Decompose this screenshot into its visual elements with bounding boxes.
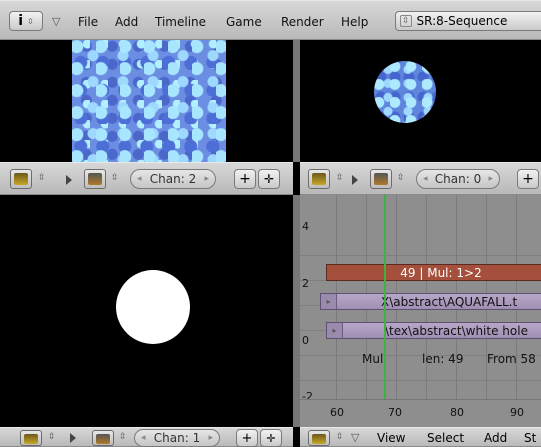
plus-cross-icon: + bbox=[241, 430, 253, 446]
chevron-updown-icon[interactable]: ⇳ bbox=[48, 433, 56, 442]
white-hole-circle bbox=[116, 270, 190, 344]
preview-left-viewport[interactable] bbox=[0, 40, 290, 162]
status-strip-from: From 58 bbox=[487, 352, 536, 366]
channel-value: Chan: 0 bbox=[434, 172, 482, 186]
image-preview-icon bbox=[24, 434, 38, 444]
top-menu-bar: i ⇳ ▽ File Add Timeline Game Render Help… bbox=[0, 0, 541, 40]
image-preview-icon bbox=[14, 173, 28, 185]
display-mode-button[interactable] bbox=[92, 430, 114, 446]
collapse-menu-icon[interactable]: ▽ bbox=[52, 15, 60, 28]
sequencer-header: ⇳ ▽ View Select Add St bbox=[300, 427, 541, 447]
vertical-split-bottom[interactable] bbox=[293, 195, 300, 427]
window-type-button[interactable] bbox=[308, 169, 330, 189]
current-frame-cursor[interactable] bbox=[384, 195, 386, 399]
plus-cross-icon: + bbox=[522, 171, 534, 187]
effect-strip-mul[interactable]: 49 | Mul: 1>2 bbox=[326, 264, 541, 281]
info-window-button[interactable]: i ⇳ bbox=[9, 11, 43, 31]
channel-field[interactable]: ◂ Chan: 0 ▸ bbox=[416, 169, 500, 189]
masked-texture-circle bbox=[374, 61, 436, 123]
preview-left-header: ⇳ ⇳ ◂ Chan: 2 ▸ + ✛ bbox=[0, 162, 293, 195]
scene-select[interactable]: ⇳ SR:8-Sequence bbox=[395, 11, 541, 31]
increment-arrow-icon[interactable]: ▸ bbox=[204, 174, 209, 184]
display-mode-button[interactable] bbox=[370, 169, 392, 189]
x-tick-80: 80 bbox=[450, 406, 464, 419]
movie-strip-aquafall[interactable]: ▸ X\abstract\AQUAFALL.t bbox=[320, 293, 541, 310]
scene-name: SR:8-Sequence bbox=[416, 14, 508, 28]
expand-triangle-icon[interactable] bbox=[352, 175, 358, 185]
view-center-icon: ✛ bbox=[263, 172, 275, 186]
channel-field[interactable]: ◂ Chan: 1 ▸ bbox=[134, 429, 220, 447]
decrement-arrow-icon[interactable]: ◂ bbox=[137, 174, 142, 184]
chevron-updown-icon[interactable]: ⇳ bbox=[38, 174, 46, 183]
aquafall-texture-image bbox=[72, 40, 226, 162]
image-preview-icon bbox=[312, 434, 326, 444]
chevron-updown-icon[interactable]: ⇳ bbox=[336, 174, 344, 183]
preview-bottom-header: ⇳ ⇳ ◂ Chan: 1 ▸ + ✛ bbox=[0, 427, 293, 447]
preview-bottom-viewport[interactable] bbox=[0, 195, 293, 427]
scene-dropdown-icon: ⇳ bbox=[400, 15, 412, 27]
chevron-updown-icon[interactable]: ⇳ bbox=[119, 433, 127, 442]
status-strip-length: len: 49 bbox=[422, 352, 464, 366]
display-mode-button[interactable] bbox=[84, 169, 106, 189]
info-icon: i bbox=[18, 13, 24, 29]
render-icon bbox=[96, 434, 110, 444]
collapse-menu-icon[interactable]: ▽ bbox=[351, 431, 359, 444]
menu-strip[interactable]: St bbox=[524, 431, 536, 445]
chevron-updown-icon[interactable]: ⇳ bbox=[336, 433, 344, 442]
menu-help[interactable]: Help bbox=[341, 15, 368, 29]
sequencer-timeline[interactable]: 4 2 0 -2 49 | Mul: 1>2 ▸ X\abstract\AQUA… bbox=[300, 195, 541, 427]
decrement-arrow-icon[interactable]: ◂ bbox=[423, 174, 428, 184]
x-tick-90: 90 bbox=[510, 406, 524, 419]
y-tick-0: 0 bbox=[302, 334, 309, 347]
image-strip-label: \tex\abstract\white hole bbox=[385, 323, 528, 338]
preview-right-viewport[interactable] bbox=[300, 40, 541, 162]
window-type-button[interactable] bbox=[10, 169, 32, 189]
vertical-split-top[interactable] bbox=[293, 40, 300, 162]
chevron-updown-icon[interactable]: ⇳ bbox=[397, 174, 405, 183]
view-center-button[interactable]: ✛ bbox=[260, 429, 282, 447]
decrement-arrow-icon[interactable]: ◂ bbox=[141, 433, 146, 443]
zoom-button[interactable]: + bbox=[517, 169, 539, 189]
zoom-button[interactable]: + bbox=[236, 429, 258, 447]
plus-cross-icon: + bbox=[239, 171, 251, 187]
zoom-button[interactable]: + bbox=[234, 169, 256, 189]
x-tick-60: 60 bbox=[330, 406, 344, 419]
menu-add[interactable]: Add bbox=[484, 431, 507, 445]
view-center-button[interactable]: ✛ bbox=[258, 169, 280, 189]
menu-view[interactable]: View bbox=[377, 431, 405, 445]
render-icon bbox=[374, 173, 388, 185]
chevron-updown-icon[interactable]: ⇳ bbox=[111, 174, 119, 183]
menu-add[interactable]: Add bbox=[115, 15, 138, 29]
increment-arrow-icon[interactable]: ▸ bbox=[488, 174, 493, 184]
image-preview-icon bbox=[312, 173, 326, 185]
x-tick-70: 70 bbox=[388, 406, 402, 419]
y-tick-4: 4 bbox=[302, 220, 309, 233]
preview-right-header: ⇳ ⇳ ◂ Chan: 0 ▸ + bbox=[300, 162, 541, 195]
view-center-icon: ✛ bbox=[266, 431, 276, 445]
window-type-button[interactable] bbox=[20, 430, 42, 446]
strip-handle-icon[interactable]: ▸ bbox=[327, 323, 343, 338]
menu-file[interactable]: File bbox=[78, 15, 98, 29]
menu-render[interactable]: Render bbox=[281, 15, 324, 29]
image-strip-white-hole[interactable]: ▸ \tex\abstract\white hole bbox=[326, 322, 541, 339]
menu-select[interactable]: Select bbox=[427, 431, 464, 445]
window-type-button[interactable] bbox=[308, 430, 330, 446]
channel-field[interactable]: ◂ Chan: 2 ▸ bbox=[130, 169, 216, 189]
strip-handle-icon[interactable]: ▸ bbox=[321, 294, 337, 309]
increment-arrow-icon[interactable]: ▸ bbox=[208, 433, 213, 443]
menu-game[interactable]: Game bbox=[226, 15, 262, 29]
expand-triangle-icon[interactable] bbox=[70, 433, 76, 443]
expand-triangle-icon[interactable] bbox=[66, 175, 72, 185]
channel-value: Chan: 1 bbox=[153, 431, 201, 445]
channel-value: Chan: 2 bbox=[149, 172, 197, 186]
effect-strip-label: 49 | Mul: 1>2 bbox=[400, 265, 482, 280]
render-icon bbox=[88, 173, 102, 185]
status-strip-name: Mul bbox=[362, 352, 384, 366]
movie-strip-label: X\abstract\AQUAFALL.t bbox=[381, 294, 518, 309]
y-tick-2: 2 bbox=[302, 277, 309, 290]
chevron-updown-icon: ⇳ bbox=[27, 16, 34, 26]
menu-timeline[interactable]: Timeline bbox=[155, 15, 206, 29]
